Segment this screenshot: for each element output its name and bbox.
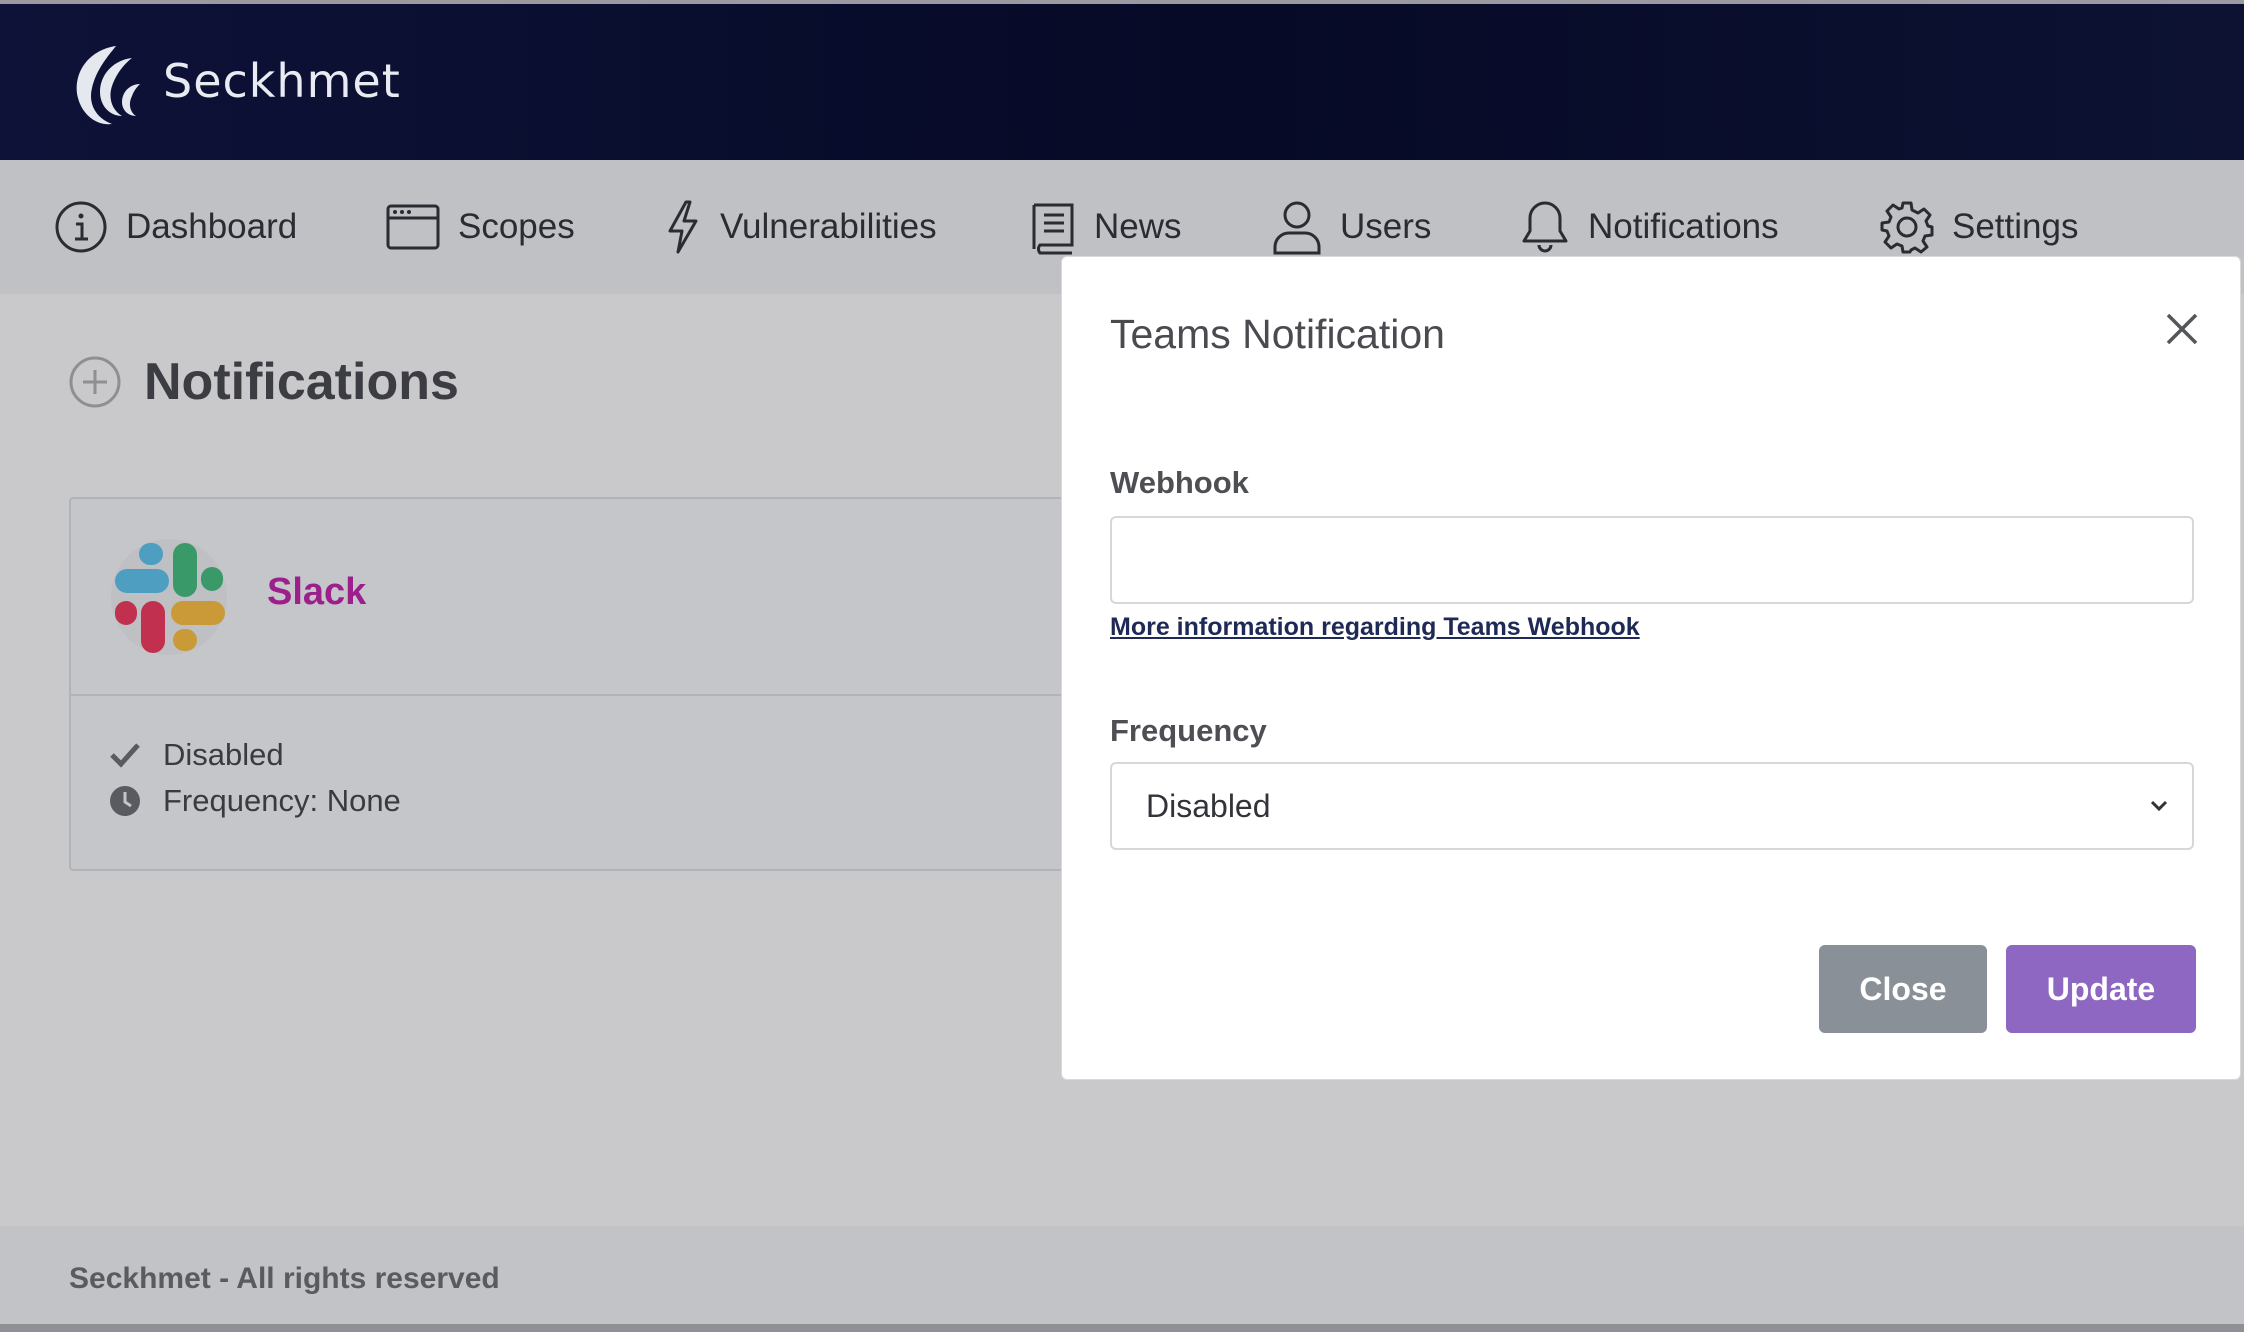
nav-item-scopes[interactable]: Scopes <box>386 198 575 256</box>
app-header: Seckhmet <box>0 0 2244 160</box>
teams-notification-modal: Teams Notification Webhook More informat… <box>1061 256 2241 1080</box>
plus-circle-icon[interactable] <box>68 355 122 409</box>
nav-label-users: Users <box>1340 207 1432 246</box>
nav-label-dashboard: Dashboard <box>126 207 298 246</box>
nav-item-news[interactable]: News <box>1028 198 1182 256</box>
bottom-divider <box>0 1324 2244 1332</box>
frequency-selected-value: Disabled <box>1146 787 1271 824</box>
webhook-input[interactable] <box>1110 516 2194 604</box>
frequency-select[interactable]: Disabled <box>1110 762 2194 850</box>
nav-label-notifications: Notifications <box>1588 207 1779 246</box>
bell-icon <box>1522 201 1568 253</box>
nav-item-users[interactable]: Users <box>1272 198 1431 256</box>
teams-webhook-help-link[interactable]: More information regarding Teams Webhook <box>1110 613 1640 642</box>
frequency-label: Frequency <box>1110 713 1267 748</box>
nav-item-vulnerabilities[interactable]: Vulnerabilities <box>664 198 937 256</box>
footer-text: Seckhmet - All rights reserved <box>69 1262 500 1295</box>
card-status-line: Disabled <box>109 737 284 773</box>
brand-name[interactable]: Seckhmet <box>163 54 401 108</box>
nav-item-settings[interactable]: Settings <box>1880 198 2078 256</box>
chevron-down-icon <box>2150 800 2168 812</box>
checkmark-icon <box>110 743 140 768</box>
modal-title: Teams Notification <box>1110 311 1445 357</box>
page-title: Notifications <box>144 353 459 411</box>
browser-window-icon <box>386 204 440 250</box>
update-button[interactable]: Update <box>2006 945 2196 1033</box>
page-footer: Seckhmet - All rights reserved <box>0 1226 2244 1326</box>
card-header: Slack <box>71 499 1167 696</box>
seckhmet-logo-icon[interactable] <box>66 40 144 130</box>
card-frequency-line: Frequency: None <box>109 783 401 819</box>
card-title[interactable]: Slack <box>267 571 366 614</box>
user-icon <box>1273 201 1321 255</box>
nav-label-news: News <box>1094 207 1182 246</box>
clock-icon <box>110 786 140 816</box>
nav-label-scopes: Scopes <box>458 207 575 246</box>
webhook-label: Webhook <box>1110 465 1249 500</box>
book-icon <box>1032 203 1074 255</box>
notification-card-slack[interactable]: Slack Disabled Frequency: None <box>69 497 1169 871</box>
slack-logo-icon <box>111 539 227 655</box>
close-icon[interactable] <box>2162 309 2202 349</box>
card-status: Disabled <box>163 737 284 772</box>
nav-item-notifications[interactable]: Notifications <box>1520 198 1779 256</box>
nav-item-dashboard[interactable]: Dashboard <box>54 198 297 256</box>
nav-label-settings: Settings <box>1952 207 2079 246</box>
card-frequency: Frequency: None <box>163 783 401 818</box>
info-circle-icon <box>55 201 107 253</box>
nav-label-vulnerabilities: Vulnerabilities <box>720 207 937 246</box>
close-button[interactable]: Close <box>1819 945 1987 1033</box>
page-title-row: Notifications <box>68 352 459 412</box>
gear-icon <box>1880 201 1934 254</box>
lightning-icon <box>668 200 698 254</box>
